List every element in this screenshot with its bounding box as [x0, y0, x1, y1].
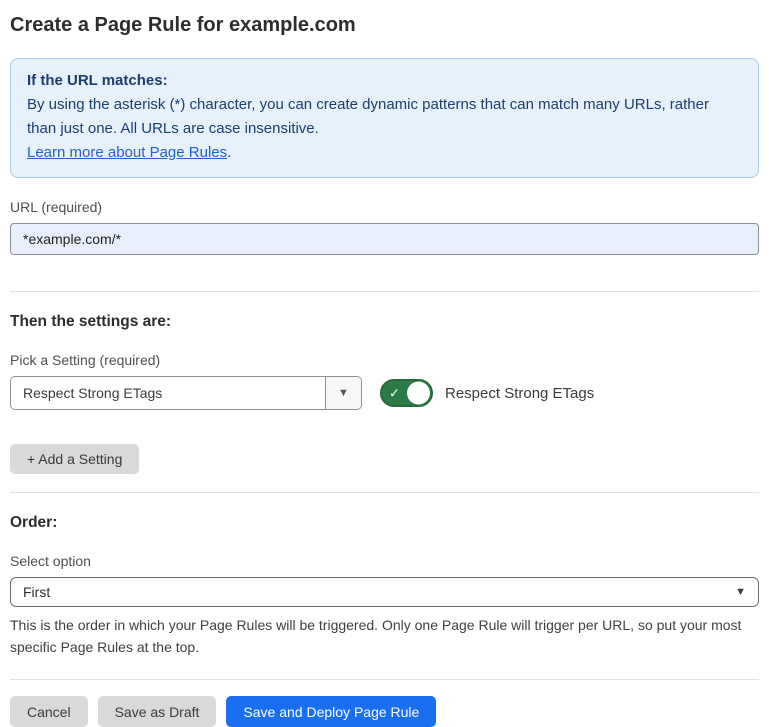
etag-toggle-switch[interactable]: ✓ — [380, 379, 433, 407]
cancel-button[interactable]: Cancel — [10, 696, 88, 727]
info-box-body: By using the asterisk (*) character, you… — [27, 93, 742, 141]
url-match-info-box: If the URL matches: By using the asteris… — [10, 58, 759, 178]
footer-actions: Cancel Save as Draft Save and Deploy Pag… — [10, 696, 759, 727]
info-box-heading: If the URL matches: — [27, 69, 742, 93]
toggle-label: Respect Strong ETags — [445, 385, 594, 402]
info-box-link-line: Learn more about Page Rules. — [27, 141, 742, 165]
check-icon: ✓ — [389, 387, 400, 400]
dropdown-arrow-button[interactable]: ▼ — [325, 377, 361, 409]
section-divider — [10, 679, 759, 680]
settings-heading: Then the settings are: — [10, 313, 759, 331]
setting-picker-label: Pick a Setting (required) — [10, 352, 759, 368]
save-draft-button[interactable]: Save as Draft — [98, 696, 217, 727]
setting-row: Respect Strong ETags ▼ ✓ Respect Strong … — [10, 376, 759, 410]
learn-more-link[interactable]: Learn more about Page Rules — [27, 144, 227, 161]
create-page-rule-panel: Create a Page Rule for example.com If th… — [0, 0, 769, 718]
setting-picker-value: Respect Strong ETags — [11, 377, 325, 409]
page-title: Create a Page Rule for example.com — [10, 14, 759, 37]
chevron-down-icon: ▼ — [735, 586, 746, 598]
toggle-knob — [407, 382, 430, 405]
section-divider — [10, 492, 759, 493]
section-divider — [10, 291, 759, 292]
setting-picker-dropdown[interactable]: Respect Strong ETags ▼ — [10, 376, 362, 410]
order-select-label: Select option — [10, 553, 759, 569]
url-label: URL (required) — [10, 199, 759, 215]
add-setting-button[interactable]: + Add a Setting — [10, 444, 139, 474]
url-input[interactable] — [10, 223, 759, 255]
order-select-dropdown[interactable]: First ▼ — [10, 577, 759, 607]
order-heading: Order: — [10, 514, 759, 532]
save-deploy-button[interactable]: Save and Deploy Page Rule — [226, 696, 436, 727]
dropdown-arrow-icon: ▼ — [338, 387, 349, 399]
order-select-value: First — [23, 584, 735, 600]
order-help-text: This is the order in which your Page Rul… — [10, 614, 755, 658]
link-period: . — [227, 144, 231, 161]
